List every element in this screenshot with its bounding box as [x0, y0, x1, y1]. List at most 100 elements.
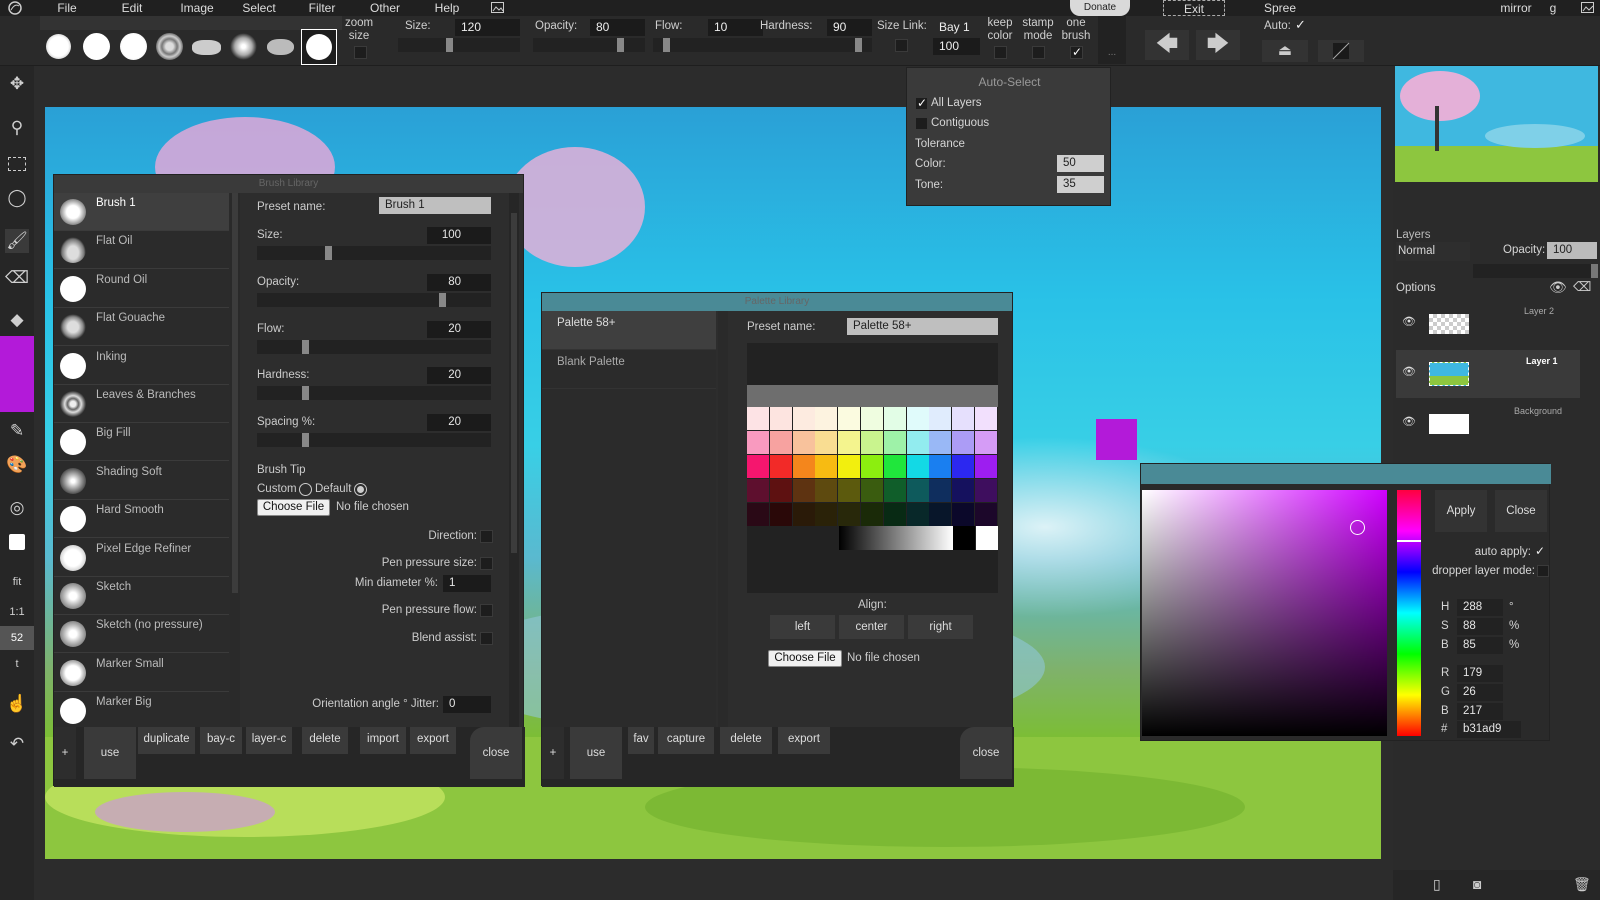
layer-opacity-knob[interactable] — [1591, 264, 1598, 278]
palette-list-scrollbar[interactable] — [718, 311, 728, 727]
capture-palette-button[interactable]: capture — [658, 727, 714, 754]
stamp-mode-checkbox[interactable] — [1032, 46, 1045, 59]
palette-swatch[interactable] — [838, 503, 861, 526]
palette-swatch[interactable] — [952, 503, 975, 526]
palette-swatch[interactable] — [883, 479, 906, 502]
palette-swatch[interactable] — [975, 479, 997, 502]
menu-filter[interactable]: Filter — [297, 0, 347, 16]
color-b-input[interactable]: 85 — [1457, 637, 1503, 654]
layer-row[interactable]: 👁 Layer 2 — [1396, 300, 1580, 348]
palette-swatch[interactable] — [975, 431, 997, 454]
one-brush-checkbox[interactable] — [1070, 45, 1083, 59]
custom-radio[interactable] — [299, 483, 312, 496]
palette-swatch[interactable] — [792, 431, 815, 454]
palette-gray-gradient[interactable] — [839, 526, 953, 550]
palette-swatch[interactable] — [838, 455, 861, 478]
brush-list-item[interactable]: Sketch (no pressure) — [54, 615, 229, 654]
palette-swatch[interactable] — [929, 431, 952, 454]
flow-slider-knob[interactable] — [302, 340, 309, 354]
flow-input[interactable]: 10 — [708, 19, 763, 36]
palette-swatch[interactable] — [815, 431, 838, 454]
menu-help[interactable]: Help — [422, 0, 472, 16]
palette-swatch[interactable] — [792, 479, 815, 502]
brush-list-item[interactable]: Leaves & Branches — [54, 385, 229, 423]
magic-wand-icon[interactable]: ⚲ — [5, 116, 29, 140]
redo-arrow-icon[interactable]: 🡆 — [1196, 30, 1240, 60]
eraser-icon[interactable]: ⌫ — [5, 266, 29, 290]
spacing-input[interactable]: 20 — [427, 414, 491, 431]
flow-slider[interactable] — [257, 340, 491, 354]
brush-list-item[interactable]: Hard Smooth — [54, 500, 229, 539]
export-brush-button[interactable]: export — [410, 727, 456, 754]
opacity-slider[interactable] — [533, 38, 645, 52]
hue-slider-marker[interactable] — [1397, 540, 1421, 542]
trash-icon[interactable]: 🗑 — [1573, 876, 1591, 893]
palette-swatch[interactable] — [906, 431, 929, 454]
pointer-hand-icon[interactable]: ☝ — [5, 692, 29, 716]
blend-assist-checkbox[interactable] — [480, 632, 493, 645]
palette-swatch[interactable] — [838, 431, 861, 454]
menu-other[interactable]: Other — [360, 0, 410, 16]
active-brush-preset[interactable] — [301, 29, 337, 65]
color-picker-titlebar[interactable] — [1141, 464, 1551, 484]
app-logo-icon[interactable] — [4, 0, 26, 16]
spacing-slider-knob[interactable] — [302, 433, 309, 447]
color-close-button[interactable]: Close — [1495, 490, 1547, 532]
brush-icon[interactable]: 🖌 — [5, 229, 29, 253]
size-link-checkbox[interactable] — [895, 39, 908, 52]
palette-swatch[interactable] — [952, 455, 975, 478]
size-slider-knob[interactable] — [325, 246, 332, 260]
blend-mode-select[interactable]: Normal — [1396, 242, 1470, 261]
palette-swatch[interactable] — [883, 431, 906, 454]
align-center-button[interactable]: center — [839, 615, 904, 639]
brush-preset[interactable] — [83, 33, 110, 60]
preset-name-input[interactable]: Brush 1 — [379, 197, 491, 214]
palette-swatch[interactable] — [952, 431, 975, 454]
color-r-input[interactable]: 179 — [1457, 665, 1503, 682]
text-tool-button[interactable]: t — [5, 652, 29, 676]
add-palette-button[interactable]: + — [542, 727, 564, 779]
palette-choose-file-button[interactable]: Choose File — [768, 650, 842, 667]
hardness-input[interactable]: 20 — [427, 367, 491, 384]
brush-list-item[interactable]: Big Fill — [54, 423, 229, 462]
bay-c-button[interactable]: bay-c — [200, 727, 242, 754]
palette-swatch[interactable] — [861, 455, 883, 478]
eye-icon[interactable]: 👁 — [1549, 279, 1567, 296]
keep-color-checkbox[interactable] — [994, 46, 1007, 59]
palette-swatch[interactable] — [906, 479, 929, 502]
palette-swatch[interactable] — [929, 479, 952, 502]
brush-list-item[interactable]: Marker Big — [54, 692, 229, 727]
brush-preset[interactable] — [120, 33, 147, 60]
palette-swatch[interactable] — [792, 455, 815, 478]
palette-swatch[interactable] — [769, 407, 792, 430]
color-h-input[interactable]: 288 — [1457, 599, 1503, 616]
palette-swatch[interactable] — [929, 455, 952, 478]
export-palette-button[interactable]: export — [778, 727, 830, 754]
opacity-slider-knob[interactable] — [439, 293, 446, 307]
palette-swatch[interactable] — [769, 431, 792, 454]
lasso-icon[interactable]: ◯ — [5, 186, 29, 210]
brush-list-scrollbar[interactable] — [230, 193, 240, 727]
palette-swatch[interactable] — [975, 407, 997, 430]
palette-swatch[interactable] — [838, 407, 861, 430]
palette-swatch[interactable] — [769, 455, 792, 478]
brush-list-item[interactable]: Pixel Edge Refiner — [54, 539, 229, 577]
palette-swatch[interactable] — [975, 455, 997, 478]
brush-list-item[interactable]: Shading Soft — [54, 462, 229, 500]
color-g-input[interactable]: 26 — [1457, 684, 1503, 701]
layer-opacity-input[interactable]: 100 — [1547, 242, 1597, 259]
color-picker-cursor[interactable] — [1350, 520, 1365, 535]
size-input[interactable]: 120 — [455, 19, 520, 36]
saturation-brightness-field[interactable] — [1142, 490, 1387, 736]
palette-swatch[interactable] — [747, 455, 769, 478]
min-diameter-input[interactable]: 1 — [443, 575, 491, 592]
color-s-input[interactable]: 88 — [1457, 618, 1503, 635]
palette-swatch[interactable] — [815, 479, 838, 502]
hardness-slider-knob[interactable] — [855, 38, 862, 52]
palette-swatch[interactable] — [815, 455, 838, 478]
more-options-button[interactable]: ... — [1098, 16, 1126, 64]
brush-preset[interactable] — [192, 40, 221, 55]
donate-button[interactable]: Donate — [1070, 0, 1130, 16]
zoom-size-checkbox[interactable] — [354, 46, 367, 59]
spree-tool-icon[interactable]: ⏏ — [1262, 40, 1308, 62]
